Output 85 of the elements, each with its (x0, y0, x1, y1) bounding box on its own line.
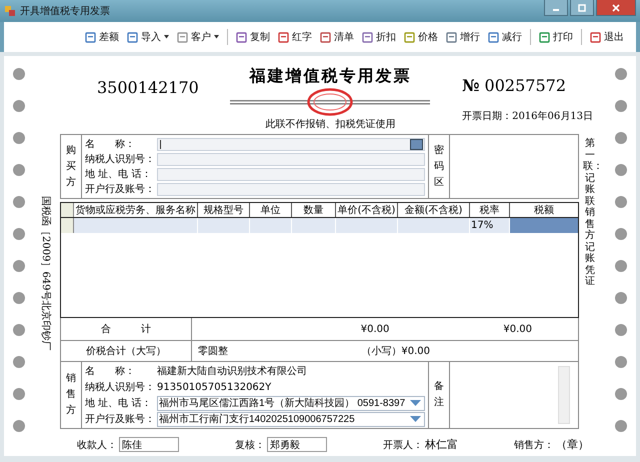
column-header: 税额 (533, 204, 555, 217)
window-title: 开具增值税专用发票 (20, 4, 110, 18)
table-cell[interactable] (398, 218, 470, 233)
section-label: 销售方 (61, 362, 82, 428)
table-cell[interactable] (292, 218, 336, 233)
toolbar-button[interactable]: 红字 (274, 28, 316, 46)
toolbar-button[interactable]: 减行 (484, 28, 526, 46)
signature-input[interactable]: 陈佳 (119, 437, 179, 452)
toolbar-button[interactable]: 打印 (535, 28, 577, 46)
dropdown-arrow-icon (410, 416, 421, 422)
invoice-code: 3500142170 (97, 78, 199, 97)
column-header: 货物或应税劳务、服务名称 (74, 203, 198, 217)
table-cell[interactable] (336, 218, 398, 233)
table-cell[interactable] (198, 218, 250, 233)
field-label: 纳税人识别号： (85, 380, 156, 394)
table-cell[interactable] (510, 218, 578, 233)
toolbar-button[interactable]: 价格 (400, 28, 442, 46)
toolbar-button[interactable]: 退出 (586, 28, 628, 46)
total-amount: ¥0.00 (360, 324, 390, 334)
column-header: 金额(不含税) (398, 203, 470, 217)
signature-value: 林仁富 (425, 437, 458, 452)
section-label: 购买方 (61, 135, 82, 198)
column-header: 单位 (250, 203, 292, 217)
buyer-input[interactable] (157, 152, 425, 166)
table-cell[interactable] (74, 218, 198, 233)
invoice-title: 福建增值税专用发票 (249, 66, 412, 87)
buyer-input[interactable] (157, 182, 425, 196)
signature-label: 收款人： (77, 438, 117, 452)
signature-label: 开票人： (383, 438, 423, 452)
dropdown-arrow-icon (410, 400, 421, 406)
signature-label: 复核： (235, 438, 265, 452)
toolbar-button[interactable]: 复制 (232, 28, 274, 46)
invoice-number: № 00257572 (462, 76, 566, 95)
seller-dropdown[interactable]: 福州市工行南门支行1402025109006757225 (157, 412, 425, 426)
row-header-cell (61, 203, 74, 217)
column-header: 税率 (470, 203, 510, 217)
field-label: 地 址、电 话： (85, 168, 152, 181)
seller-dropdown[interactable]: 福州市马尾区儒江西路1号（新大陆科技园） 0591-8397 (157, 396, 425, 410)
app-icon (4, 5, 16, 17)
toolbar-button[interactable]: 折扣 (358, 28, 400, 46)
column-header: 数量 (292, 203, 336, 217)
grand-total-label: 价税合计（大写） (61, 341, 192, 361)
toolbar-button[interactable]: 清单 (316, 28, 358, 46)
copy-label: 第一联：记账联销售方记账凭证 (583, 138, 597, 289)
invoice-date: 开票日期：2016年06月13日 (462, 110, 593, 123)
column-header: 规格型号 (198, 203, 250, 217)
amount-in-words: 零圆整 (198, 345, 228, 358)
buyer-input[interactable] (157, 168, 425, 180)
total-label: 合 计 (61, 318, 192, 340)
field-value: 91350105705132062Y (157, 382, 272, 392)
maximize-icon (578, 4, 586, 12)
toolbar-button[interactable]: 导入 (123, 28, 173, 46)
toolbar-button[interactable]: 客户 (173, 28, 223, 46)
toolbar-button[interactable]: 增行 (442, 28, 484, 46)
field-label: 开户行及账号： (85, 412, 156, 426)
seal-stamp-drawing (307, 88, 354, 116)
buyer-input[interactable] (157, 138, 425, 150)
close-button[interactable] (596, 0, 636, 16)
close-icon (612, 4, 620, 12)
caret-icon (164, 35, 169, 39)
field-label: 开户行及账号： (85, 182, 156, 196)
notice-text: 此联不作报销、扣税凭证使用 (265, 118, 396, 131)
signature-input[interactable]: 郑勇毅 (267, 437, 327, 452)
field-label: 名 称： (85, 365, 136, 378)
maximize-button[interactable] (570, 0, 594, 16)
field-label: 名 称： (85, 138, 136, 151)
field-value: 福建新大陆自动识别技术有限公司 (157, 364, 307, 378)
amount-in-figures: （小写）¥0.00 (361, 344, 430, 358)
column-header: 单价(不含税) (336, 203, 398, 217)
field-label: 地 址、电 话： (85, 396, 152, 410)
row-header-cell[interactable] (61, 218, 74, 233)
section-label: 密码区 (428, 135, 450, 198)
scrollbar[interactable] (558, 366, 570, 424)
signature-value: （章） (556, 437, 589, 452)
table-cell[interactable] (250, 218, 292, 233)
caret-icon (214, 35, 219, 39)
field-label: 纳税人识别号： (85, 152, 156, 166)
minimize-button[interactable] (544, 0, 568, 16)
signature-label: 销售方： (514, 438, 554, 452)
table-cell[interactable]: 17% (470, 218, 510, 233)
lookup-button[interactable] (410, 138, 423, 150)
section-label: 备注 (428, 362, 450, 428)
total-tax: ¥0.00 (503, 324, 532, 334)
printer-note: 国税函［2009］649号北京印钞厂 (39, 196, 52, 353)
toolbar-button[interactable]: 差额 (81, 28, 123, 46)
